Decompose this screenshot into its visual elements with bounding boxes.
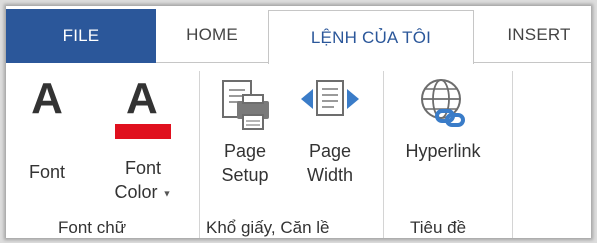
group-label-links: Tiêu đề (410, 218, 467, 237)
page-width-button[interactable]: Page Width (292, 77, 368, 187)
page-width-label-line1: Page (308, 141, 352, 161)
tab-file[interactable]: FILE (6, 9, 156, 63)
hyperlink-button[interactable]: Hyperlink (390, 77, 496, 163)
tab-home[interactable]: HOME (156, 6, 268, 63)
word-ribbon-window: FILE HOME LỆNH CỦA TÔI INSERT A Font A F… (6, 6, 591, 238)
tab-my-commands[interactable]: LỆNH CỦA TÔI (268, 10, 474, 64)
font-color-label-line2: Color (114, 182, 158, 202)
page-width-icon (301, 80, 359, 116)
group-divider (199, 71, 200, 238)
font-color-icon: A (113, 77, 173, 141)
hyperlink-label: Hyperlink (405, 141, 481, 161)
font-color-button[interactable]: A Font Color ▼ (103, 77, 183, 205)
ribbon-body: A Font A Font Color ▼ Font chữ Page Setu… (6, 63, 591, 238)
font-color-label-line1: Font (124, 158, 162, 178)
page-setup-button[interactable]: Page Setup (210, 77, 280, 187)
font-button-label: Font (28, 162, 66, 182)
ribbon-tab-strip: FILE HOME LỆNH CỦA TÔI INSERT (6, 6, 591, 64)
group-label-page: Khổ giấy, Căn lề (206, 218, 330, 237)
font-color-swatch (115, 124, 171, 139)
dropdown-arrow-icon: ▼ (162, 188, 172, 199)
font-color-label-line2-wrap: Color ▼ (103, 180, 183, 205)
group-label-font: Font chữ (58, 218, 127, 237)
tab-insert[interactable]: INSERT (484, 6, 591, 63)
page-setup-label-line2: Setup (221, 165, 269, 185)
globe-link-icon (421, 79, 465, 127)
group-divider (383, 71, 384, 238)
font-button[interactable]: A Font (24, 77, 70, 184)
page-width-label-line2: Width (306, 165, 353, 185)
printer-page-icon (222, 80, 269, 130)
page-setup-label-line1: Page (223, 141, 267, 161)
group-divider (512, 71, 513, 238)
font-a-icon: A (31, 74, 63, 123)
